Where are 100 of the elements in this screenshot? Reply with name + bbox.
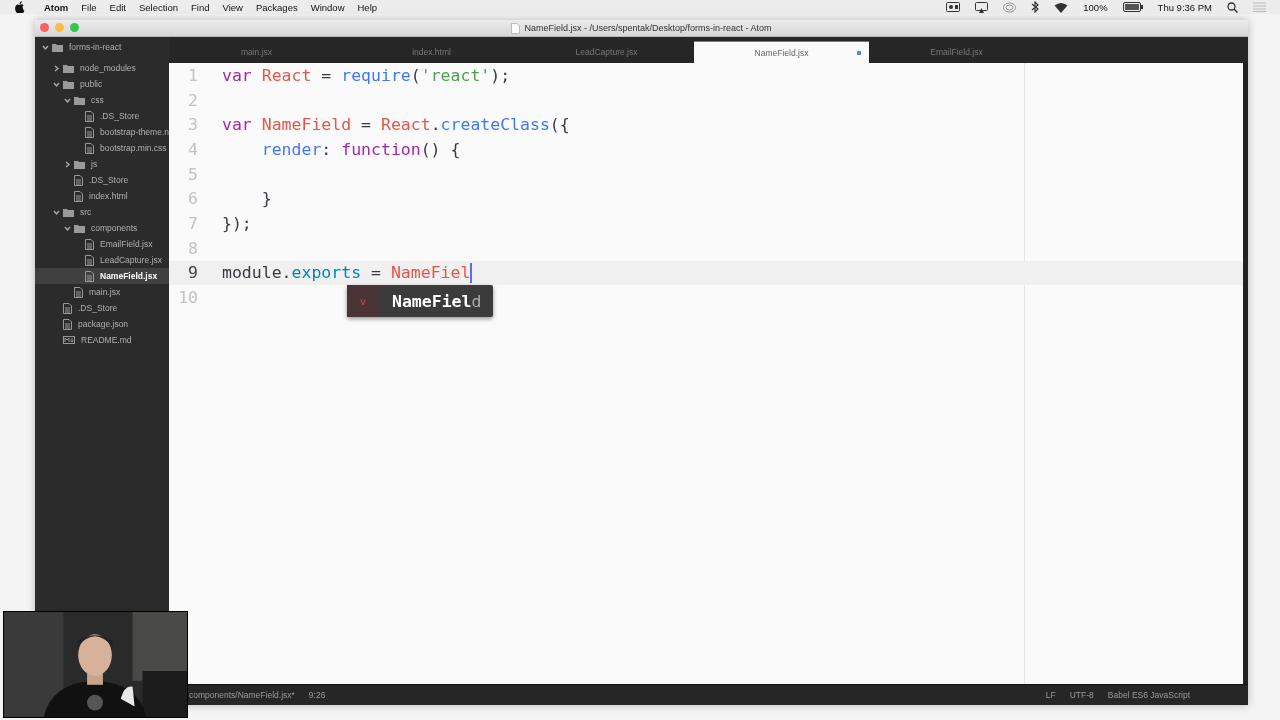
encoding[interactable]: UTF-8 (1069, 690, 1094, 700)
line-number: 5 (187, 164, 198, 184)
autocomplete-suggestion[interactable]: NameField (392, 291, 482, 311)
line-number: 6 (187, 189, 198, 209)
cursor-position[interactable]: 9:26 (308, 690, 326, 700)
tree-item[interactable]: src (35, 204, 169, 220)
line-number: 4 (187, 139, 198, 159)
tree-item[interactable]: css (35, 92, 169, 108)
chevron-icon[interactable] (63, 160, 71, 168)
code-token: } (260, 189, 272, 209)
tree-item[interactable]: forms-in-react (35, 39, 169, 55)
file-icon (85, 238, 94, 250)
code-token: function (340, 139, 421, 159)
file-icon (85, 126, 94, 138)
markdown-icon (63, 336, 75, 344)
menu-item[interactable]: File (81, 1, 97, 13)
tree-item[interactable]: components (35, 220, 169, 236)
file-icon (63, 318, 72, 330)
folder-icon (74, 95, 85, 105)
text-cursor (470, 262, 472, 283)
battery-icon[interactable] (1122, 2, 1143, 12)
code-token: ); (490, 65, 511, 85)
code-token: = (320, 65, 332, 85)
code-token: : (321, 139, 332, 159)
file-icon (85, 142, 94, 154)
code-token: render (260, 139, 322, 159)
folder-icon (63, 207, 74, 217)
folder-icon (63, 79, 74, 89)
editor-tab[interactable]: main.jsx (169, 41, 344, 63)
tree-item[interactable]: .DS_Store (35, 172, 169, 188)
tree-item[interactable]: .DS_Store (35, 300, 169, 316)
tree-item[interactable]: bootstrap.min.css (35, 140, 169, 156)
menu-item[interactable]: Selection (138, 1, 179, 13)
code-token: createClass (440, 115, 550, 135)
screen-mirror-icon[interactable] (975, 1, 989, 13)
apple-icon[interactable] (14, 1, 25, 13)
tree-item[interactable]: NameField.jsx (35, 268, 169, 284)
tree-item[interactable]: bootstrap-theme.n (35, 124, 169, 140)
tree-item[interactable]: public (35, 76, 169, 92)
file-path[interactable]: components/NameField.jsx* (189, 690, 295, 700)
grammar[interactable]: Babel ES6 JavaScript (1107, 690, 1190, 700)
tree-item[interactable]: README.md (35, 332, 169, 348)
code-token: . (430, 115, 441, 135)
folder-icon (74, 223, 85, 233)
folder-icon (63, 63, 74, 73)
code-token: React (379, 115, 431, 135)
line-ending[interactable]: LF (1045, 690, 1056, 700)
code-token: = (370, 263, 381, 283)
camera-icon[interactable] (946, 2, 961, 12)
tree-item[interactable]: package.json (35, 316, 169, 332)
menu-item[interactable]: Window (310, 1, 345, 13)
line-number: 3 (187, 115, 198, 135)
code-editor[interactable]: 1 var React = require('react'); 2 3 var NameField = React.createClass({ 4 render: function() { 5 6 } 7 }); 8 9 module.exports = NameFiel 10 v NameField (169, 63, 1248, 684)
tree-item[interactable]: main.jsx (35, 284, 169, 300)
tree-item[interactable]: js (35, 156, 169, 172)
line-number: 2 (187, 90, 198, 110)
code-token: ( (410, 65, 421, 85)
app-menu[interactable]: Atom (44, 1, 69, 13)
code-token: NameFiel (389, 263, 471, 283)
file-icon (85, 110, 94, 122)
file-icon (85, 270, 94, 282)
menu-item[interactable]: Help (357, 1, 378, 13)
tree-item[interactable]: EmailField.jsx (35, 236, 169, 252)
code-token: }); (222, 213, 252, 233)
tree-item[interactable]: node_modules (35, 60, 169, 76)
line-number: 8 (187, 238, 198, 258)
code-token: () { (420, 139, 461, 159)
line-number: 9 (187, 263, 198, 283)
code-token: = (360, 115, 372, 135)
code-token: NameField (260, 115, 352, 135)
file-icon (85, 254, 94, 266)
file-icon (74, 286, 83, 298)
file-icon (74, 190, 83, 202)
search-icon[interactable] (1227, 1, 1238, 13)
window-title: NameField.jsx - /Users/spentak/Desktop/forms-in-react - Atom (524, 23, 772, 33)
menu-item[interactable]: Packages (255, 1, 298, 13)
menu-item[interactable]: View (222, 1, 243, 13)
code-token: module. (222, 263, 292, 283)
battery-percent: 100% (1083, 1, 1108, 13)
code-token: React (260, 65, 312, 85)
variable-type-icon: v (347, 285, 379, 317)
menu-item[interactable]: Find (191, 1, 210, 13)
bluetooth-icon[interactable] (1031, 1, 1040, 13)
line-number: 10 (177, 288, 198, 308)
code-token: require (340, 65, 411, 85)
editor-tab[interactable]: NameField.jsx (694, 41, 869, 63)
tree-item[interactable]: .DS_Store (35, 108, 169, 124)
code-token: ({ (549, 115, 570, 135)
file-icon (74, 174, 83, 186)
wifi-icon[interactable] (1054, 1, 1069, 13)
clock[interactable]: Thu 9:36 PM (1157, 1, 1212, 13)
code-token: var (222, 65, 252, 85)
tree-item[interactable]: LeadCapture.jsx (35, 252, 169, 268)
code-token: exports (291, 263, 362, 283)
tree-item[interactable]: index.html (35, 188, 169, 204)
menu-item[interactable]: Edit (109, 1, 126, 13)
chevron-icon[interactable] (41, 43, 49, 51)
file-icon (63, 302, 72, 314)
code-token: 'react' (420, 65, 491, 85)
line-number: 1 (187, 65, 198, 85)
